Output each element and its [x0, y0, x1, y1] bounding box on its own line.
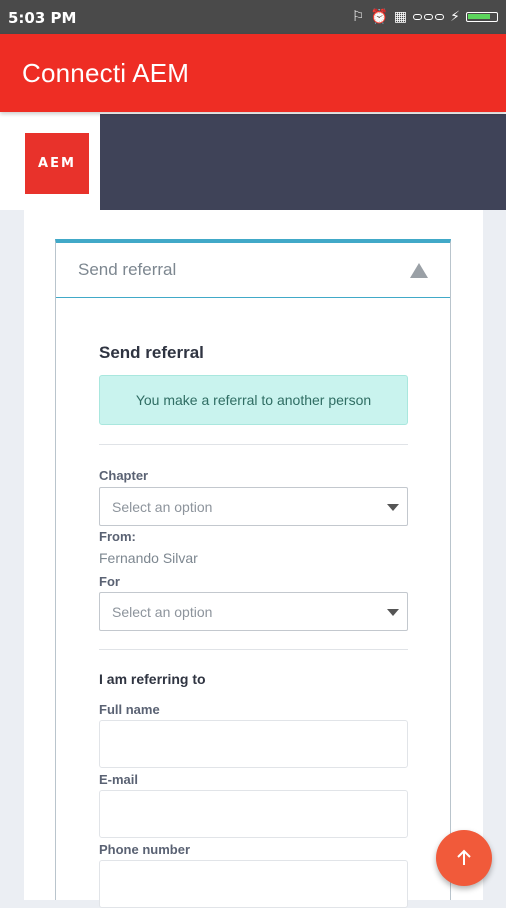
battery-icon — [466, 12, 498, 22]
usb-icon: ⚐ — [351, 9, 365, 25]
arrow-up-icon — [457, 849, 471, 865]
chapter-select[interactable]: Select an option — [99, 487, 408, 526]
phone-label: Phone number — [99, 842, 191, 857]
full-name-input[interactable] — [99, 720, 408, 768]
info-notice: You make a referral to another person — [99, 375, 408, 425]
chevron-down-icon — [387, 504, 399, 511]
status-bar: 5:03 PM ⚐ ⏰ ▦ ⚡ — [0, 0, 506, 34]
email-label: E-mail — [99, 772, 139, 787]
collapse-triangle-icon[interactable] — [410, 263, 428, 278]
notice-text: You make a referral to another person — [135, 392, 372, 408]
signal-icon — [413, 14, 445, 20]
aem-logo: AEM — [25, 133, 89, 194]
sim-icon: ▦ — [393, 9, 408, 25]
app-title: Connecti AEM — [22, 58, 190, 88]
for-select-placeholder: Select an option — [112, 604, 213, 620]
chevron-down-icon — [387, 609, 399, 616]
divider — [99, 444, 408, 445]
for-label: For — [99, 574, 120, 589]
chapter-label: Chapter — [99, 468, 149, 483]
email-input[interactable] — [99, 790, 408, 838]
header-band: AEM — [0, 112, 506, 210]
panel-header-label: Send referral — [78, 260, 177, 279]
for-select[interactable]: Select an option — [99, 592, 408, 631]
divider — [99, 649, 408, 650]
panel-header[interactable]: Send referral — [56, 243, 450, 298]
full-name-label: Full name — [99, 702, 160, 717]
phone-input[interactable] — [99, 860, 408, 908]
form-title: Send referral — [99, 343, 204, 362]
status-icons: ⚐ ⏰ ▦ ⚡ — [352, 7, 498, 27]
chapter-select-placeholder: Select an option — [112, 499, 213, 515]
logo-text: AEM — [38, 156, 76, 171]
charging-icon: ⚡ — [450, 9, 460, 25]
referral-panel: Send referral Send referral You make a r… — [55, 239, 451, 908]
from-value: Fernando Silvar — [99, 550, 198, 566]
scroll-top-button[interactable] — [436, 830, 492, 886]
header-banner — [100, 114, 506, 210]
alarm-icon: ⏰ — [370, 9, 388, 25]
status-time: 5:03 PM — [8, 9, 77, 27]
referring-title: I am referring to — [99, 671, 206, 687]
from-label: From: — [99, 529, 136, 544]
app-bar: Connecti AEM — [0, 34, 506, 112]
